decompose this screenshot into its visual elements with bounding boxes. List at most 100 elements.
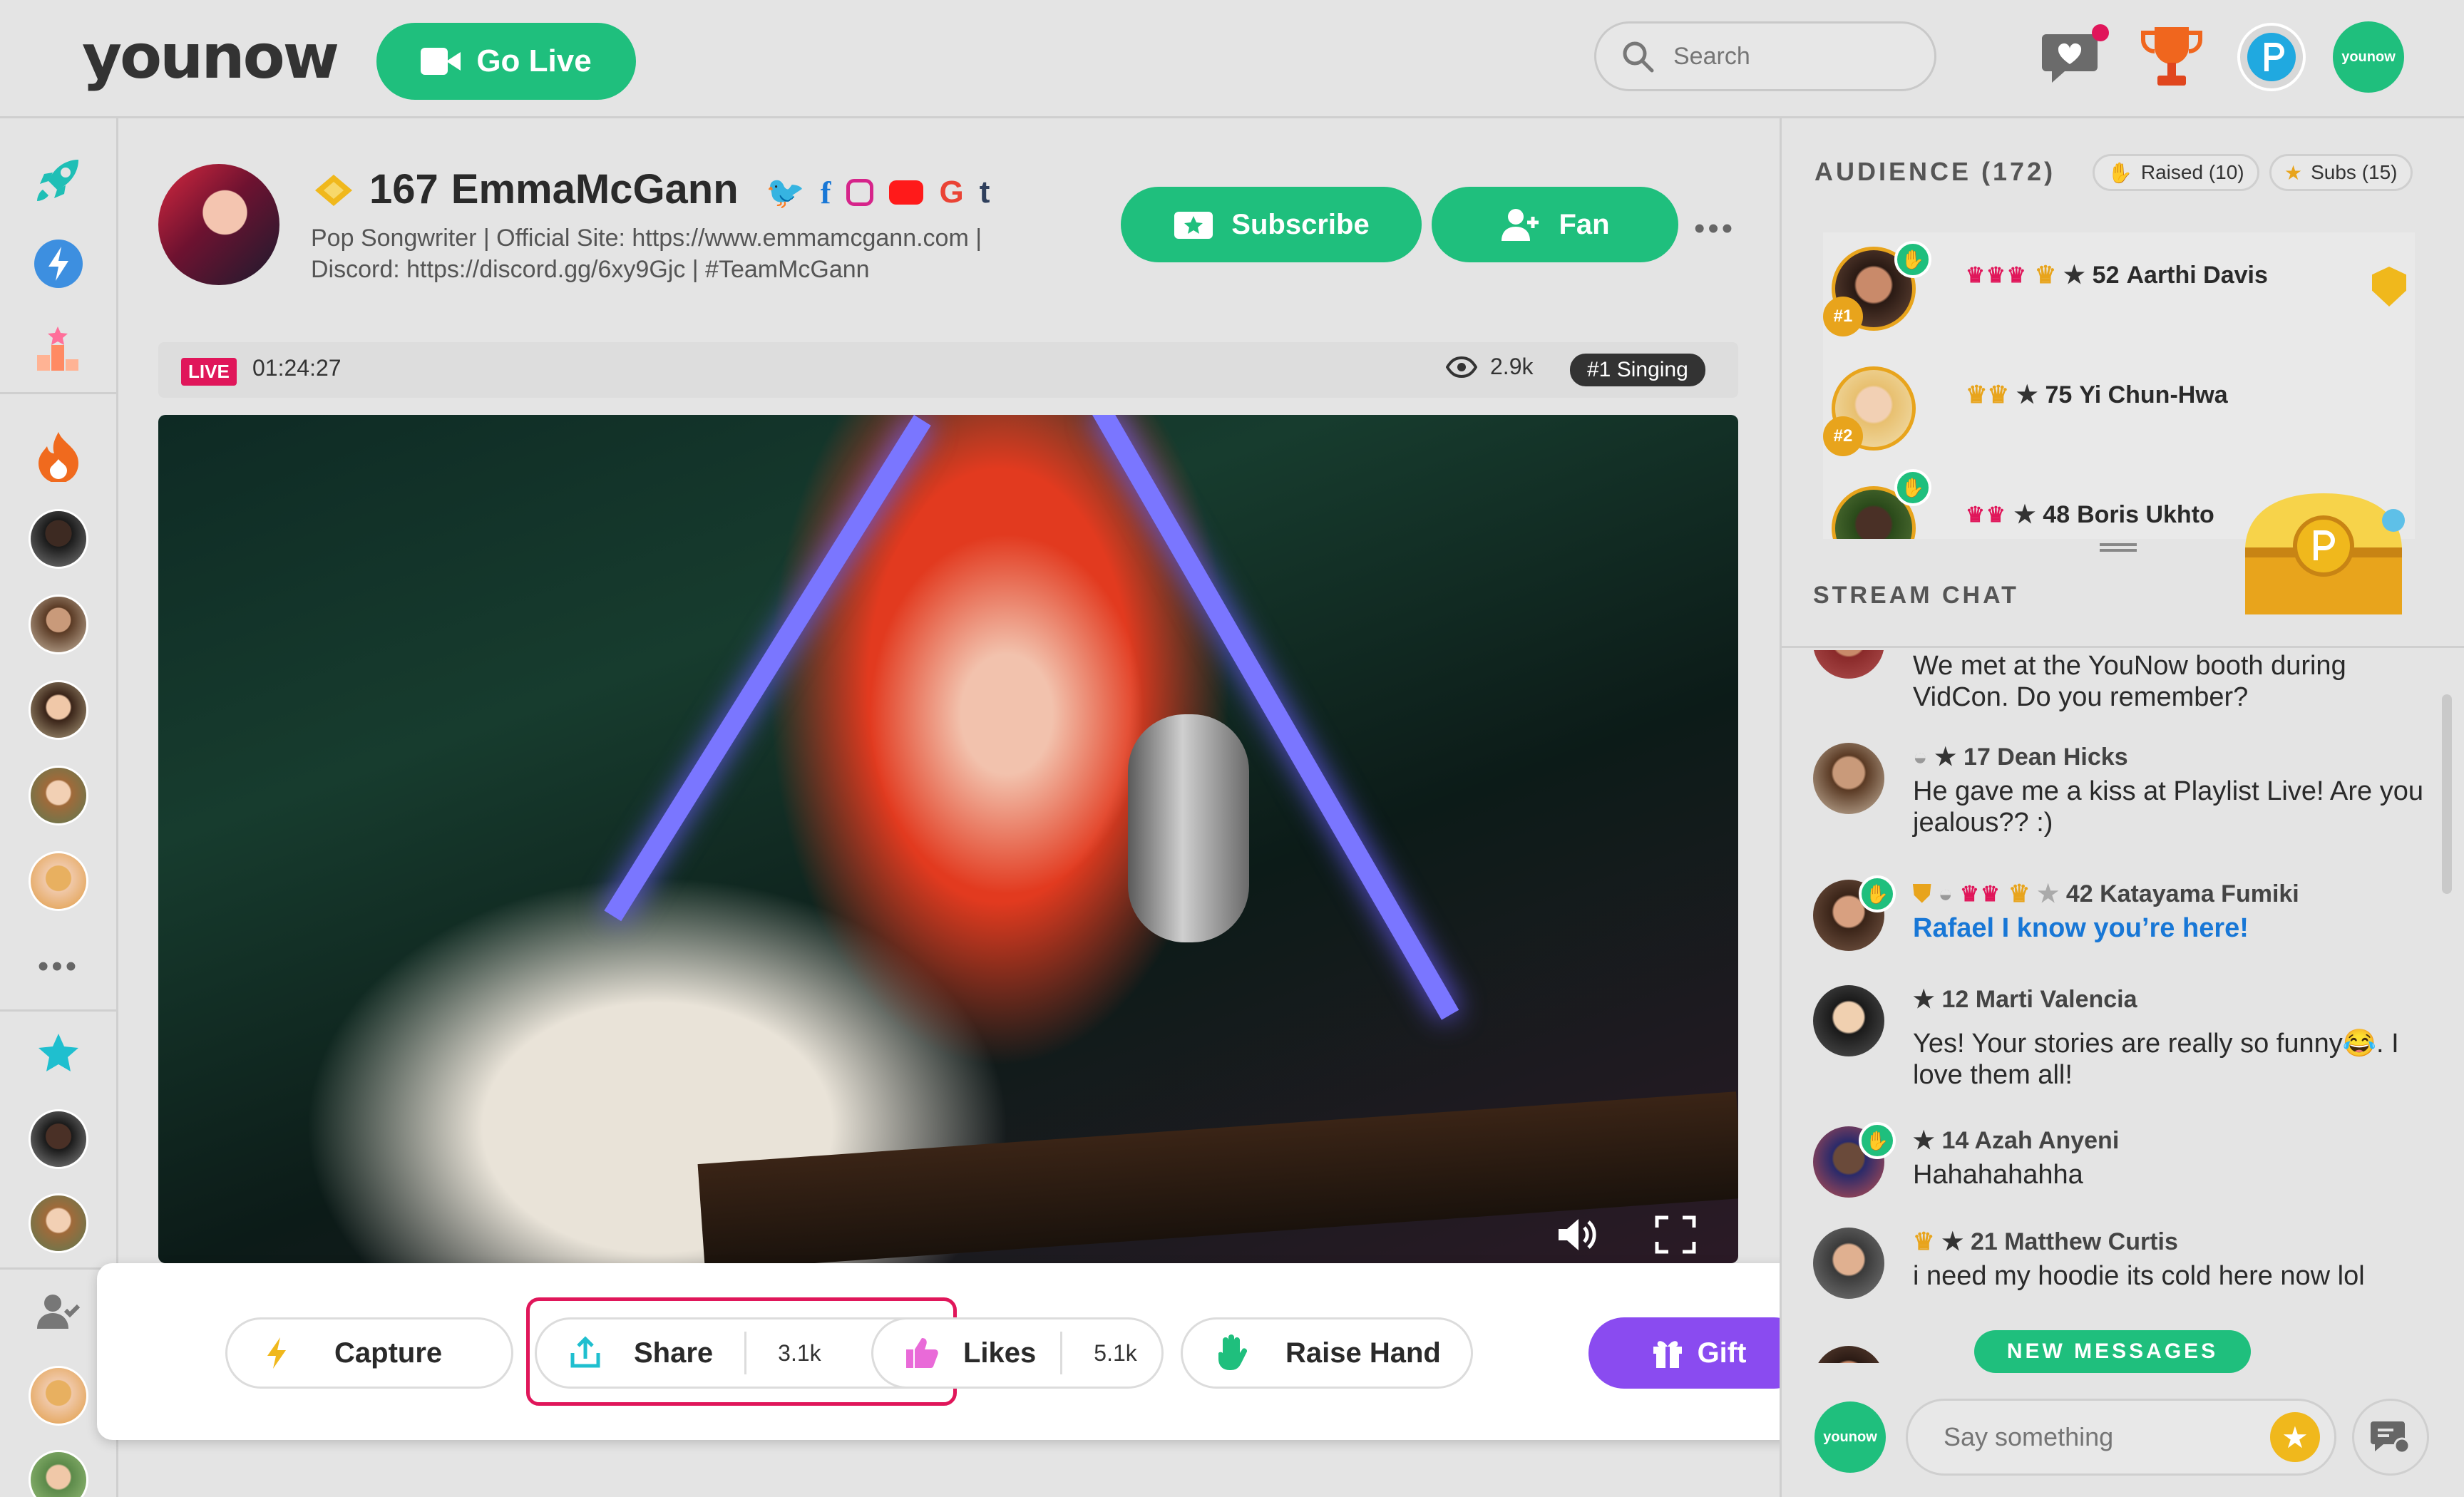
fan-label: Fan: [1559, 208, 1610, 240]
raise-hand-icon: ✋: [1859, 1122, 1896, 1159]
crown-icon: ♛: [2008, 880, 2031, 907]
star-button[interactable]: ★: [2270, 1412, 2320, 1462]
chat-settings-button[interactable]: [2352, 1399, 2429, 1476]
audience-level: 75: [2045, 381, 2073, 408]
chat-sender-name[interactable]: 12 Marti Valencia: [1941, 986, 2137, 1014]
new-messages-button[interactable]: NEW MESSAGES: [1974, 1330, 2251, 1373]
chat-avatar[interactable]: [1813, 743, 1884, 814]
chat-scrollbar[interactable]: [2442, 694, 2452, 894]
chat-input[interactable]: [1944, 1422, 2257, 1452]
raise-hand-icon: ✋: [1894, 241, 1931, 278]
raised-filter[interactable]: ✋ Raised (10): [2093, 154, 2259, 191]
activity-button[interactable]: [2039, 21, 2110, 93]
sidebar-avatar[interactable]: [29, 509, 88, 569]
instagram-icon[interactable]: [846, 179, 874, 206]
gift-button[interactable]: Gift: [1588, 1317, 1809, 1389]
chat-message-list[interactable]: We met at the YouNow booth during VidCon…: [1782, 650, 2464, 1363]
chat-text: Hahahahahha: [1913, 1160, 2083, 1190]
sidebar-item-leaderboard[interactable]: [29, 318, 88, 378]
chat-avatar[interactable]: [1813, 1228, 1884, 1299]
sidebar-item-following[interactable]: [29, 1282, 88, 1342]
star-icon: ★: [2063, 262, 2085, 289]
google-icon[interactable]: G: [939, 175, 963, 210]
sidebar-avatar[interactable]: [29, 1450, 88, 1497]
lightning-icon: [267, 1337, 286, 1369]
volume-button[interactable]: [1556, 1215, 1598, 1255]
chat-sender-name[interactable]: 42 Katayama Fumiki: [2066, 880, 2299, 908]
sidebar-avatar[interactable]: [29, 1109, 88, 1169]
audience-name: ♛♛ ★ 75 Yi Chun-Hwa: [1966, 381, 2228, 409]
props-button[interactable]: [2236, 21, 2307, 93]
treasure-chest-icon[interactable]: [2231, 486, 2416, 622]
capture-button[interactable]: Capture: [225, 1317, 513, 1389]
sidebar-item-trending[interactable]: [29, 234, 88, 294]
star-icon: ★: [1941, 1228, 1963, 1255]
raise-hand-label: Raise Hand: [1285, 1337, 1441, 1369]
more-options-icon[interactable]: •••: [1694, 211, 1735, 247]
crown-icon: ♛: [2034, 262, 2057, 289]
audience-row[interactable]: ✋ #1 ♛♛♛ ♛ ★ 52 Aarthi Davis: [1823, 232, 2415, 336]
chat-avatar[interactable]: [1813, 1346, 1884, 1363]
subscribe-button[interactable]: Subscribe: [1121, 187, 1422, 262]
youtube-icon[interactable]: [889, 180, 924, 205]
fullscreen-button[interactable]: [1654, 1215, 1697, 1255]
subs-filter[interactable]: ★ Subs (15): [2269, 154, 2413, 191]
likes-button[interactable]: Likes 5.1k: [871, 1317, 1164, 1389]
chat-composer[interactable]: ★: [1906, 1399, 2336, 1476]
stream-info-bar: LIVE 01:24:27 2.9k #1 Singing: [158, 342, 1738, 398]
category-tag[interactable]: #1 Singing: [1570, 354, 1705, 386]
sidebar-avatar[interactable]: [29, 680, 88, 740]
twitter-icon[interactable]: 🐦: [766, 174, 805, 211]
go-live-label: Go Live: [476, 43, 592, 78]
sidebar-avatar[interactable]: [29, 1366, 88, 1426]
sidebar-avatar[interactable]: [29, 766, 88, 825]
chat-avatar[interactable]: [1813, 650, 1884, 679]
chat-avatar[interactable]: [1813, 985, 1884, 1056]
audience-name: ♛♛♛ ♛ ★ 52 Aarthi Davis: [1966, 261, 2268, 289]
broadcaster-name[interactable]: EmmaMcGann: [451, 165, 739, 213]
search-bar[interactable]: [1594, 21, 1936, 91]
sidebar-avatar[interactable]: [29, 1193, 88, 1253]
audience-username: Aarthi Davis: [2126, 261, 2268, 289]
chat-text: We met at the YouNow booth during VidCon…: [1913, 651, 2346, 712]
capture-label: Capture: [334, 1337, 443, 1369]
chat-settings-icon: [2371, 1421, 2411, 1454]
chat-sender: ★ 14 Azah Anyeni: [1913, 1126, 2119, 1155]
audience-level: 48: [2043, 500, 2070, 528]
sidebar-avatar[interactable]: [29, 595, 88, 654]
panel-resize-handle[interactable]: [2100, 543, 2137, 552]
sidebar-item-hot[interactable]: [29, 426, 88, 486]
raise-hand-icon: [1218, 1334, 1248, 1370]
sidebar-item-favorites[interactable]: [29, 1024, 88, 1084]
leaderboard-button[interactable]: [2136, 21, 2207, 93]
chat-sender-name[interactable]: 17 Dean Hicks: [1963, 744, 2128, 771]
crown-icon: ♛: [1913, 1228, 1935, 1255]
chat-text: i need my hoodie its cold here now lol: [1913, 1261, 2365, 1291]
raise-hand-button[interactable]: Raise Hand: [1181, 1317, 1473, 1389]
level-badge-icon: [315, 174, 352, 206]
composer-avatar[interactable]: younow: [1814, 1401, 1886, 1473]
likes-count: 5.1k: [1060, 1332, 1137, 1374]
search-input[interactable]: [1673, 42, 1909, 71]
fan-button[interactable]: Fan: [1432, 187, 1678, 262]
subscribe-label: Subscribe: [1231, 208, 1370, 240]
tumblr-icon[interactable]: t: [980, 175, 990, 210]
go-live-button[interactable]: Go Live: [376, 23, 636, 100]
chat-sender: ◒ ★ 17 Dean Hicks: [1913, 743, 2128, 771]
younow-logo[interactable]: younow: [82, 21, 339, 93]
audience-row[interactable]: #2 ♛♛ ★ 75 Yi Chun-Hwa: [1823, 352, 2415, 456]
sidebar-avatar[interactable]: [29, 851, 88, 911]
facebook-icon[interactable]: f: [821, 175, 831, 211]
profile-avatar[interactable]: younow: [2333, 21, 2404, 93]
sidebar-item-explore[interactable]: [29, 150, 88, 210]
thumbs-up-icon: [906, 1338, 938, 1368]
video-player[interactable]: [158, 415, 1738, 1263]
stream-chat-title: STREAM CHAT: [1813, 582, 2019, 609]
add-user-icon: [1502, 209, 1539, 241]
chat-sender-name[interactable]: 14 Azah Anyeni: [1941, 1127, 2119, 1155]
user-check-icon: [37, 1295, 81, 1329]
chat-sender-name[interactable]: 21 Matthew Curtis: [1971, 1228, 2178, 1256]
broadcaster-avatar[interactable]: [158, 164, 279, 285]
more-icon[interactable]: •••: [29, 937, 88, 997]
chat-sender: ♛ ★ 21 Matthew Curtis: [1913, 1228, 2178, 1256]
